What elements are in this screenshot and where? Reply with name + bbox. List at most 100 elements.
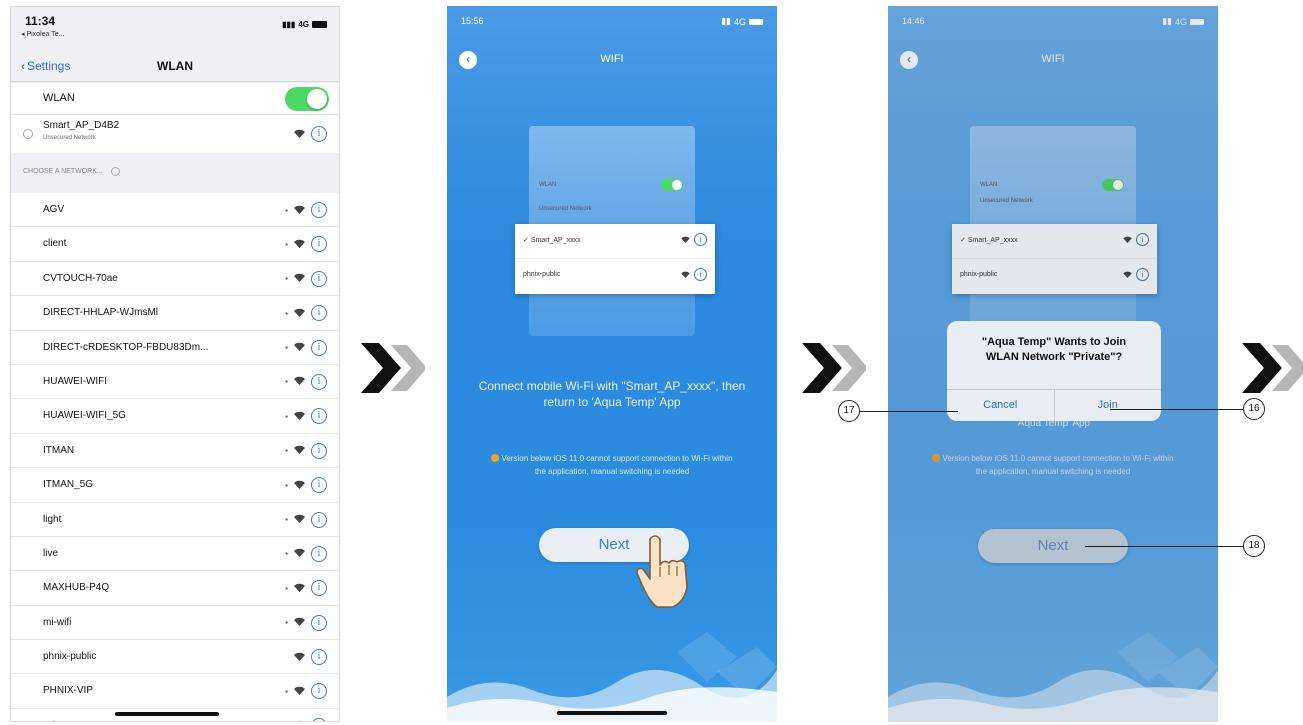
lock-icon: ▪ bbox=[285, 618, 288, 628]
wifi-icon bbox=[294, 342, 305, 353]
wifi-icon bbox=[294, 411, 305, 422]
next-step-chevron-icon bbox=[802, 343, 866, 393]
network-type: 4G bbox=[733, 16, 746, 27]
network-row[interactable]: client ▪ i bbox=[11, 227, 339, 262]
info-icon[interactable]: i bbox=[311, 408, 327, 425]
version-note: Version below iOS 11.0 cannot support co… bbox=[487, 452, 737, 478]
network-row[interactable]: phnix-public i bbox=[11, 640, 339, 675]
callout-line-next bbox=[1085, 546, 1245, 547]
page-title: WIFI bbox=[600, 53, 624, 65]
row-icons: ▪i bbox=[285, 408, 327, 425]
toggle-knob bbox=[307, 89, 327, 109]
lock-icon: ▪ bbox=[285, 343, 288, 353]
dialog-message: "Aqua Temp" Wants to Join WLAN Network "… bbox=[981, 336, 1127, 363]
lock-icon: ▪ bbox=[285, 274, 288, 284]
info-icon[interactable]: i bbox=[311, 236, 327, 253]
row-icons: ▪i bbox=[285, 580, 327, 597]
info-icon[interactable]: i bbox=[311, 649, 327, 666]
cancel-button[interactable]: Cancel bbox=[947, 390, 1054, 421]
signal-bars-icon: ▮▮▮ bbox=[282, 20, 296, 29]
network-name: light bbox=[43, 513, 62, 525]
instruction-text: Connect mobile Wi-Fi with "Smart_AP_xxxx… bbox=[478, 379, 746, 409]
wlan-toggle[interactable] bbox=[285, 87, 329, 111]
wifi-icon bbox=[681, 236, 690, 243]
info-icon: i bbox=[694, 268, 707, 281]
illustration-toggle bbox=[661, 179, 683, 191]
info-icon[interactable]: i bbox=[311, 373, 327, 390]
current-network-row[interactable]: Smart_AP_D4B2 Unsecured Network i bbox=[11, 115, 339, 153]
network-type: 4G bbox=[298, 20, 309, 29]
network-row[interactable]: CVTOUCH-70ae ▪ i bbox=[11, 262, 339, 297]
row-icons: ▪i bbox=[285, 442, 327, 459]
network-row[interactable]: ITMAN_5G ▪ i bbox=[11, 468, 339, 503]
row-icons: i bbox=[294, 126, 327, 142]
network-row[interactable]: DIRECT-cRDESKTOP-FBDU83Dm... ▪ i bbox=[11, 331, 339, 365]
wifi-icon bbox=[294, 239, 305, 250]
loading-spinner-icon bbox=[110, 167, 120, 176]
network-row[interactable]: HUAWEI-WIFI_5G ▪ i bbox=[11, 399, 339, 434]
info-icon[interactable]: i bbox=[311, 305, 327, 322]
next-step-chevron-icon bbox=[361, 343, 425, 393]
row-icons: ▪i bbox=[285, 511, 327, 528]
info-icon[interactable]: i bbox=[311, 270, 327, 287]
illustration-network-name: ✓ Smart_AP_xxxx bbox=[523, 237, 581, 244]
illustration-row-selected: ✓ Smart_AP_xxxx i bbox=[515, 224, 715, 259]
tap-hand-icon bbox=[636, 535, 688, 608]
lock-icon: ▪ bbox=[285, 686, 288, 696]
network-name: Private bbox=[43, 720, 74, 721]
info-icon[interactable]: i bbox=[311, 202, 327, 218]
wlan-settings-screen: 11:34 ◂ Pixolea Te... ▮▮▮ 4G ‹ Settings … bbox=[10, 6, 340, 722]
info-icon[interactable]: i bbox=[311, 580, 327, 597]
network-row[interactable]: PHNIX-VIP ▪ i bbox=[11, 674, 339, 709]
row-icons: i bbox=[681, 233, 707, 246]
info-icon[interactable]: i bbox=[311, 126, 327, 142]
wifi-icon bbox=[294, 205, 305, 216]
network-name: client bbox=[43, 238, 67, 250]
network-row[interactable]: HUAWEI-WIFI ▪ i bbox=[11, 365, 339, 400]
info-icon[interactable]: i bbox=[311, 477, 327, 494]
wlan-toggle-row: WLAN bbox=[11, 83, 339, 115]
network-row[interactable]: MAXHUB-P4Q ▪ i bbox=[11, 571, 339, 606]
row-icons: ▪i bbox=[285, 202, 327, 218]
callout-line-join bbox=[1110, 409, 1245, 410]
status-time: 15:56 bbox=[461, 16, 484, 26]
row-icons: i bbox=[294, 649, 327, 666]
network-row[interactable]: mi-wifi ▪ i bbox=[11, 606, 339, 641]
dialog-buttons: Cancel Join bbox=[947, 389, 1161, 421]
network-name: AGV bbox=[43, 204, 65, 215]
network-name: phnix-public bbox=[43, 651, 97, 663]
info-icon[interactable]: i bbox=[311, 683, 327, 700]
network-name: DIRECT-HHLAP-WJmsMl bbox=[43, 307, 158, 319]
network-row[interactable]: light ▪ i bbox=[11, 503, 339, 537]
home-indicator bbox=[557, 711, 667, 715]
back-to-app-link[interactable]: ◂ Pixolea Te... bbox=[21, 30, 64, 38]
network-name: mi-wifi bbox=[43, 616, 72, 628]
network-row[interactable]: DIRECT-HHLAP-WJmsMl ▪ i bbox=[11, 296, 339, 331]
illustration-network-name: phnix-public bbox=[523, 271, 561, 278]
row-icons: ▪i bbox=[285, 270, 327, 287]
network-row[interactable]: ITMAN ▪ i bbox=[11, 434, 339, 469]
info-icon[interactable]: i bbox=[311, 339, 327, 356]
info-icon[interactable]: i bbox=[311, 442, 327, 459]
nav-bar: ‹ Settings WLAN bbox=[11, 50, 339, 82]
wifi-icon bbox=[294, 514, 305, 525]
info-icon[interactable]: i bbox=[311, 545, 327, 562]
network-row[interactable]: live ▪ i bbox=[11, 537, 339, 572]
network-name: CVTOUCH-70ae bbox=[43, 272, 118, 284]
info-icon[interactable]: i bbox=[311, 511, 327, 528]
wave-decoration bbox=[447, 632, 777, 722]
lock-icon: ▪ bbox=[285, 239, 288, 249]
network-name: ITMAN_5G bbox=[43, 479, 94, 491]
status-bar: 15:56 ▮▮ 4G bbox=[447, 6, 777, 32]
wifi-icon bbox=[294, 308, 305, 319]
row-icons: ▪i bbox=[285, 339, 327, 356]
info-icon[interactable]: i bbox=[311, 717, 327, 721]
join-button[interactable]: Join bbox=[1053, 390, 1162, 421]
lock-icon: ▪ bbox=[285, 480, 288, 490]
lock-icon: ▪ bbox=[285, 721, 288, 722]
lock-icon: ▪ bbox=[285, 411, 288, 421]
lock-icon: ▪ bbox=[285, 308, 288, 318]
row-icons: ▪i bbox=[285, 683, 327, 700]
info-icon[interactable]: i bbox=[311, 614, 327, 631]
network-row[interactable]: AGV ▪ i bbox=[11, 193, 339, 228]
